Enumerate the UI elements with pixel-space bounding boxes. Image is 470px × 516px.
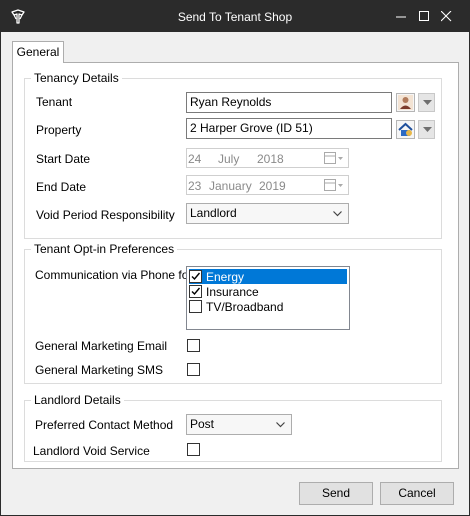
checkmark-icon xyxy=(191,272,201,281)
marketing-email-checkbox[interactable] xyxy=(187,339,200,352)
insurance-label: Insurance xyxy=(206,285,259,299)
end-date-month: January xyxy=(209,179,252,193)
void-service-checkbox[interactable] xyxy=(187,443,200,456)
void-period-value: Landlord xyxy=(190,206,237,220)
energy-checkbox[interactable] xyxy=(189,270,202,283)
dialog-window: Send To Tenant Shop General Tenancy Deta… xyxy=(0,0,470,516)
general-tab-panel: Tenancy Details Tenant Ryan Reynolds Pro… xyxy=(12,62,459,469)
property-dropdown-button[interactable] xyxy=(418,120,435,139)
list-item[interactable]: TV/Broadband xyxy=(189,299,347,314)
phone-comm-listbox[interactable]: Energy Insurance TV/Broadband xyxy=(186,266,350,330)
marketing-sms-label: General Marketing SMS xyxy=(35,363,164,377)
end-date-day: 23 xyxy=(188,179,202,193)
property-field[interactable]: 2 Harper Grove (ID 51) xyxy=(186,118,392,139)
landlord-details-group: Landlord Details Preferred Contact Metho… xyxy=(24,393,442,462)
tenant-dropdown-button[interactable] xyxy=(418,93,435,112)
contact-method-select[interactable]: Post xyxy=(186,414,292,435)
tab-general[interactable]: General xyxy=(12,41,64,63)
tenancy-details-group: Tenancy Details Tenant Ryan Reynolds Pro… xyxy=(24,71,442,239)
chevron-down-icon xyxy=(333,211,342,217)
tenant-label: Tenant xyxy=(36,95,73,109)
list-item[interactable]: Energy xyxy=(189,269,347,284)
title-bar[interactable]: Send To Tenant Shop xyxy=(1,1,469,32)
end-date-year: 2019 xyxy=(259,179,286,193)
cancel-button[interactable]: Cancel xyxy=(380,482,454,505)
tv-broadband-label: TV/Broadband xyxy=(206,300,284,314)
start-date-day: 24 xyxy=(188,152,202,166)
house-icon xyxy=(398,122,413,136)
tenant-field[interactable]: Ryan Reynolds xyxy=(186,92,392,113)
insurance-checkbox[interactable] xyxy=(189,285,202,298)
void-period-label: Void Period Responsibility xyxy=(36,208,175,222)
marketing-email-label: General Marketing Email xyxy=(35,339,168,353)
start-date-label: Start Date xyxy=(36,152,91,166)
calendar-icon xyxy=(324,152,343,164)
optin-preferences-group: Tenant Opt-in Preferences Communication … xyxy=(24,242,442,384)
end-date-picker[interactable]: 23 January 2019 xyxy=(186,175,349,195)
tv-broadband-checkbox[interactable] xyxy=(189,300,202,313)
person-icon xyxy=(398,95,413,110)
marketing-sms-checkbox[interactable] xyxy=(187,363,200,376)
tenant-lookup-button[interactable] xyxy=(396,93,415,112)
tenancy-details-title: Tenancy Details xyxy=(31,71,122,85)
start-date-picker[interactable]: 24 July 2018 xyxy=(186,148,349,168)
end-date-label: End Date xyxy=(36,180,87,194)
close-icon xyxy=(441,11,452,22)
energy-label: Energy xyxy=(206,270,245,284)
close-button[interactable] xyxy=(424,1,469,32)
property-label: Property xyxy=(36,123,82,137)
property-lookup-button[interactable] xyxy=(396,120,415,139)
chevron-down-icon xyxy=(276,422,285,428)
send-button[interactable]: Send xyxy=(299,482,373,505)
void-service-label: Landlord Void Service xyxy=(33,444,150,458)
calendar-icon xyxy=(324,179,343,191)
start-date-year: 2018 xyxy=(257,152,284,166)
contact-method-value: Post xyxy=(190,417,215,431)
void-period-select[interactable]: Landlord xyxy=(186,203,349,224)
phone-comm-label: Communication via Phone for: xyxy=(35,268,196,282)
optin-preferences-title: Tenant Opt-in Preferences xyxy=(31,242,178,256)
list-item[interactable]: Insurance xyxy=(189,284,347,299)
chevron-down-icon xyxy=(423,100,432,105)
chevron-down-icon xyxy=(423,127,432,132)
start-date-month: July xyxy=(218,152,240,166)
landlord-details-title: Landlord Details xyxy=(31,393,124,407)
checkmark-icon xyxy=(191,287,201,296)
contact-method-label: Preferred Contact Method xyxy=(35,418,174,432)
